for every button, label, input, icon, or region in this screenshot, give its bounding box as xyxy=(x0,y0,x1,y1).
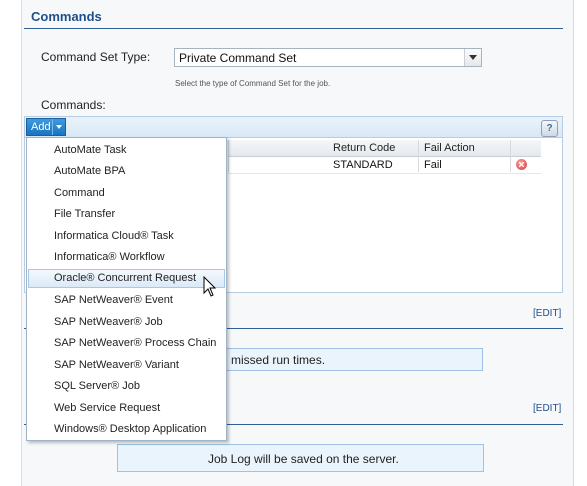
menu-item-windows-desktop-application[interactable]: Windows® Desktop Application xyxy=(28,420,225,439)
menu-item-label: SAP NetWeaver® Variant xyxy=(54,359,179,371)
menu-item-automate-bpa[interactable]: AutoMate BPA xyxy=(28,162,225,181)
command-set-type-value: Private Command Set xyxy=(179,51,297,65)
commands-grid-header: Return Code Fail Action xyxy=(228,140,541,172)
mouse-cursor-icon xyxy=(203,275,217,301)
menu-item-label: Informatica Cloud® Task xyxy=(54,230,174,242)
menu-item-informatica-cloud-task[interactable]: Informatica Cloud® Task xyxy=(28,227,225,246)
menu-item-sap-netweaver-variant[interactable]: SAP NetWeaver® Variant xyxy=(28,356,225,375)
add-command-button[interactable]: Add xyxy=(26,118,66,136)
help-glyph: ? xyxy=(546,123,553,134)
add-command-menu: AutoMate Task AutoMate BPA Command File … xyxy=(26,137,227,441)
menu-item-label: SQL Server® Job xyxy=(54,380,140,392)
menu-item-label: AutoMate Task xyxy=(54,144,127,156)
table-row[interactable]: STANDARD Fail xyxy=(228,157,541,174)
return-code-cell: STANDARD xyxy=(333,159,393,171)
commands-label: Commands: xyxy=(41,98,106,112)
menu-item-label: Oracle® Concurrent Request xyxy=(54,272,197,284)
menu-item-label: Windows® Desktop Application xyxy=(54,423,207,435)
menu-item-sap-netweaver-event[interactable]: SAP NetWeaver® Event xyxy=(28,291,225,310)
command-set-type-label: Command Set Type: xyxy=(41,50,151,64)
menu-item-label: Informatica® Workflow xyxy=(54,251,165,263)
job-log-message: Job Log will be saved on the server. xyxy=(117,444,484,472)
missed-runs-message: missed run times. xyxy=(206,348,483,371)
menu-item-web-service-request[interactable]: Web Service Request xyxy=(28,399,225,418)
add-dropdown-chevron-icon[interactable] xyxy=(52,119,65,135)
add-button-label: Add xyxy=(31,121,51,133)
menu-item-file-transfer[interactable]: File Transfer xyxy=(28,205,225,224)
column-header-return-code[interactable]: Return Code xyxy=(333,142,395,154)
command-set-type-select[interactable]: Private Command Set xyxy=(174,48,482,67)
chevron-down-icon[interactable] xyxy=(464,49,481,66)
delete-icon[interactable] xyxy=(516,159,527,170)
menu-item-label: Web Service Request xyxy=(54,402,161,414)
menu-item-label: Command xyxy=(54,187,105,199)
menu-item-command[interactable]: Command xyxy=(28,184,225,203)
menu-item-label: File Transfer xyxy=(54,208,116,220)
section-divider xyxy=(24,28,563,29)
menu-item-automate-task[interactable]: AutoMate Task xyxy=(28,141,225,160)
command-set-hint: Select the type of Command Set for the j… xyxy=(175,79,331,88)
edit-link[interactable]: [EDIT] xyxy=(533,308,561,319)
menu-item-label: SAP NetWeaver® Process Chain xyxy=(54,337,217,349)
section-title: Commands xyxy=(31,9,102,24)
commands-toolbar: Add ? xyxy=(24,116,563,138)
help-icon[interactable]: ? xyxy=(541,120,558,137)
missed-runs-text: missed run times. xyxy=(231,353,326,367)
edit-link[interactable]: [EDIT] xyxy=(533,403,561,414)
menu-item-sql-server-job[interactable]: SQL Server® Job xyxy=(28,377,225,396)
menu-item-label: SAP NetWeaver® Job xyxy=(54,316,163,328)
menu-item-sap-netweaver-process-chain[interactable]: SAP NetWeaver® Process Chain xyxy=(28,334,225,353)
column-header-fail-action[interactable]: Fail Action xyxy=(424,142,475,154)
job-log-text: Job Log will be saved on the server. xyxy=(208,452,399,466)
menu-item-oracle-concurrent-request[interactable]: Oracle® Concurrent Request xyxy=(28,269,225,288)
menu-item-sap-netweaver-job[interactable]: SAP NetWeaver® Job xyxy=(28,313,225,332)
menu-item-informatica-workflow[interactable]: Informatica® Workflow xyxy=(28,248,225,267)
menu-item-label: SAP NetWeaver® Event xyxy=(54,294,173,306)
fail-action-cell: Fail xyxy=(424,159,442,171)
menu-item-label: AutoMate BPA xyxy=(54,165,126,177)
